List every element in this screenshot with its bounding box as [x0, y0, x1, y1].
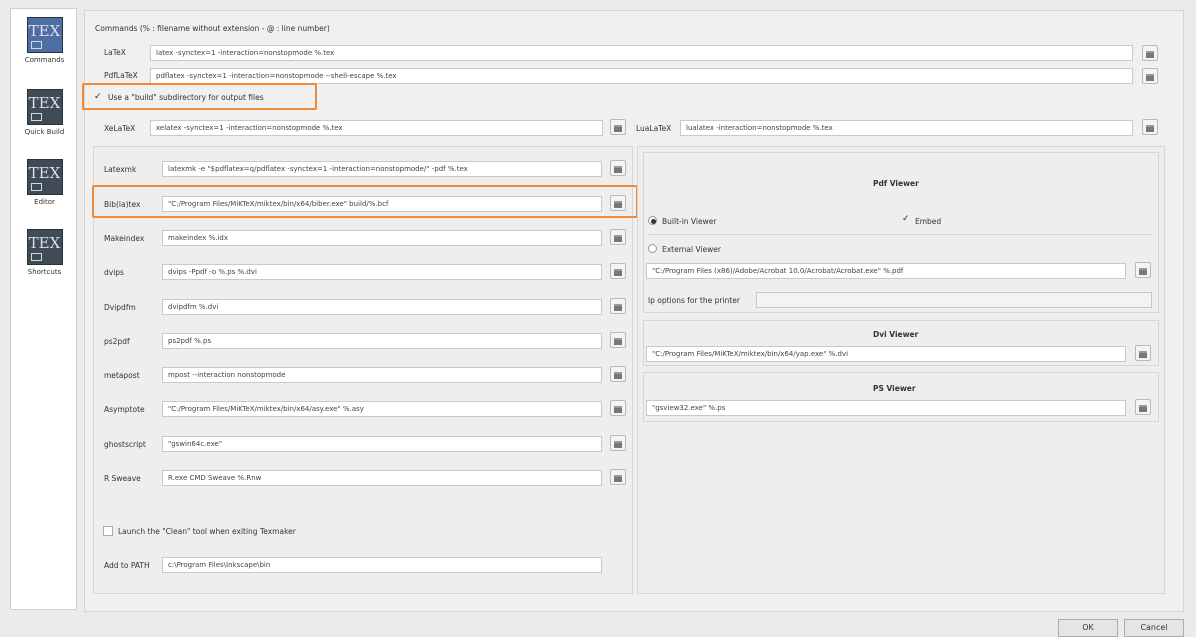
ps2pdf-command-field[interactable]: ps2pdf %.ps — [162, 333, 602, 349]
path-field[interactable]: c:\Program Files\Inkscape\bin — [162, 557, 602, 573]
external-viewer-command-field[interactable]: "C:/Program Files (x86)/Adobe/Acrobat 10… — [646, 263, 1126, 279]
rsweave-command-field[interactable]: R.exe CMD Sweave %.Rnw — [162, 470, 602, 486]
path-label: Add to PATH — [104, 561, 150, 570]
cancel-button[interactable]: Cancel — [1124, 619, 1184, 637]
sidebar-item-label: Shortcuts — [27, 268, 62, 276]
embed-label: Embed — [915, 217, 942, 226]
builtin-viewer-label: Built-in Viewer — [662, 217, 717, 226]
lualatex-browse-button[interactable] — [1142, 119, 1158, 135]
tex-icon: TEX — [26, 159, 63, 195]
dvi-viewer-command-field[interactable]: "C:/Program Files/MiKTeX/miktex/bin/x64/… — [646, 346, 1126, 362]
latexmk-browse-button[interactable] — [610, 160, 626, 176]
metapost-browse-button[interactable] — [610, 366, 626, 382]
ps-viewer-browse-button[interactable] — [1135, 399, 1151, 415]
pdflatex-label: PdfLaTeX — [104, 71, 138, 80]
commands-header: Commands (% : filename without extension… — [95, 24, 330, 33]
dvi-viewer-browse-button[interactable] — [1135, 345, 1151, 361]
tex-icon: TEX — [26, 89, 63, 125]
ghostscript-browse-button[interactable] — [610, 435, 626, 451]
makeindex-command-field[interactable]: makeindex %.idx — [162, 230, 602, 246]
dvipdfm-command-field[interactable]: dvipdfm %.dvi — [162, 299, 602, 315]
builtin-viewer-radio[interactable] — [648, 216, 657, 225]
dvips-label: dvips — [104, 268, 124, 277]
external-viewer-radio[interactable] — [648, 244, 657, 253]
rsweave-browse-button[interactable] — [610, 469, 626, 485]
asymptote-browse-button[interactable] — [610, 400, 626, 416]
external-viewer-browse-button[interactable] — [1135, 262, 1151, 278]
clean-tool-checkbox[interactable] — [103, 526, 113, 536]
sidebar-item-commands[interactable]: TEX Commands — [11, 17, 78, 64]
asymptote-label: Asymptote — [104, 405, 145, 414]
latexmk-command-field[interactable]: latexmk -e "$pdflatex=q/pdflatex -syncte… — [162, 161, 602, 177]
sidebar-item-editor[interactable]: TEX Editor — [11, 159, 78, 206]
bibtex-browse-button[interactable] — [610, 195, 626, 211]
xelatex-browse-button[interactable] — [610, 119, 626, 135]
asymptote-command-field[interactable]: "C:/Program Files/MiKTeX/miktex/bin/x64/… — [162, 401, 602, 417]
bibtex-command-field[interactable]: "C:/Program Files/MiKTeX/miktex/bin/x64/… — [162, 196, 602, 212]
lp-options-field[interactable] — [756, 292, 1152, 308]
dvi-viewer-title: Dvi Viewer — [873, 330, 919, 339]
build-subdir-checkbox[interactable]: ✓ — [94, 93, 102, 102]
ok-button[interactable]: OK — [1058, 619, 1118, 637]
settings-sidebar: TEX Commands TEX Quick Build TEX Editor … — [10, 8, 77, 610]
sidebar-item-shortcuts[interactable]: TEX Shortcuts — [11, 229, 78, 276]
pdf-viewer-group — [643, 152, 1159, 313]
embed-checkbox[interactable]: ✓ — [902, 215, 910, 224]
makeindex-label: Makeindex — [104, 234, 145, 243]
ps-viewer-command-field[interactable]: "gsview32.exe" %.ps — [646, 400, 1126, 416]
dvipdfm-label: Dvipdfm — [104, 303, 136, 312]
latex-command-field[interactable]: latex -synctex=1 -interaction=nonstopmod… — [150, 45, 1133, 61]
external-viewer-label: External Viewer — [662, 245, 721, 254]
pdflatex-browse-button[interactable] — [1142, 68, 1158, 84]
latex-label: LaTeX — [104, 48, 126, 57]
sidebar-item-quick-build[interactable]: TEX Quick Build — [11, 89, 78, 136]
pdf-viewer-title: Pdf Viewer — [873, 179, 919, 188]
sidebar-item-label: Commands — [24, 56, 65, 64]
dvips-browse-button[interactable] — [610, 263, 626, 279]
rsweave-label: R Sweave — [104, 474, 141, 483]
xelatex-command-field[interactable]: xelatex -synctex=1 -interaction=nonstopm… — [150, 120, 603, 136]
latexmk-label: Latexmk — [104, 165, 137, 174]
latex-browse-button[interactable] — [1142, 45, 1158, 61]
ps2pdf-label: ps2pdf — [104, 337, 130, 346]
pdflatex-command-field[interactable]: pdflatex -synctex=1 -interaction=nonstop… — [150, 68, 1133, 84]
lualatex-label: LuaLaTeX — [636, 124, 672, 133]
ghostscript-label: ghostscript — [104, 440, 146, 449]
ps-viewer-title: PS Viewer — [873, 384, 916, 393]
metapost-label: metapost — [104, 371, 140, 380]
clean-tool-label: Launch the "Clean" tool when exiting Tex… — [118, 527, 296, 536]
metapost-command-field[interactable]: mpost --interaction nonstopmode — [162, 367, 602, 383]
sidebar-item-label: Editor — [34, 198, 55, 206]
tex-icon: TEX — [26, 17, 63, 53]
lp-options-label: lp options for the printer — [648, 296, 740, 305]
makeindex-browse-button[interactable] — [610, 229, 626, 245]
build-subdir-label: Use a "build" subdirectory for output fi… — [108, 93, 264, 102]
dvipdfm-browse-button[interactable] — [610, 298, 626, 314]
tex-icon: TEX — [26, 229, 63, 265]
pdf-viewer-divider — [648, 234, 1152, 235]
ghostscript-command-field[interactable]: "gswin64c.exe" — [162, 436, 602, 452]
bibtex-label: Bib(la)tex — [104, 200, 141, 209]
lualatex-command-field[interactable]: lualatex -interaction=nonstopmode %.tex — [680, 120, 1133, 136]
dvips-command-field[interactable]: dvips -Ppdf -o %.ps %.dvi — [162, 264, 602, 280]
xelatex-label: XeLaTeX — [104, 124, 136, 133]
sidebar-item-label: Quick Build — [24, 128, 65, 136]
ps2pdf-browse-button[interactable] — [610, 332, 626, 348]
